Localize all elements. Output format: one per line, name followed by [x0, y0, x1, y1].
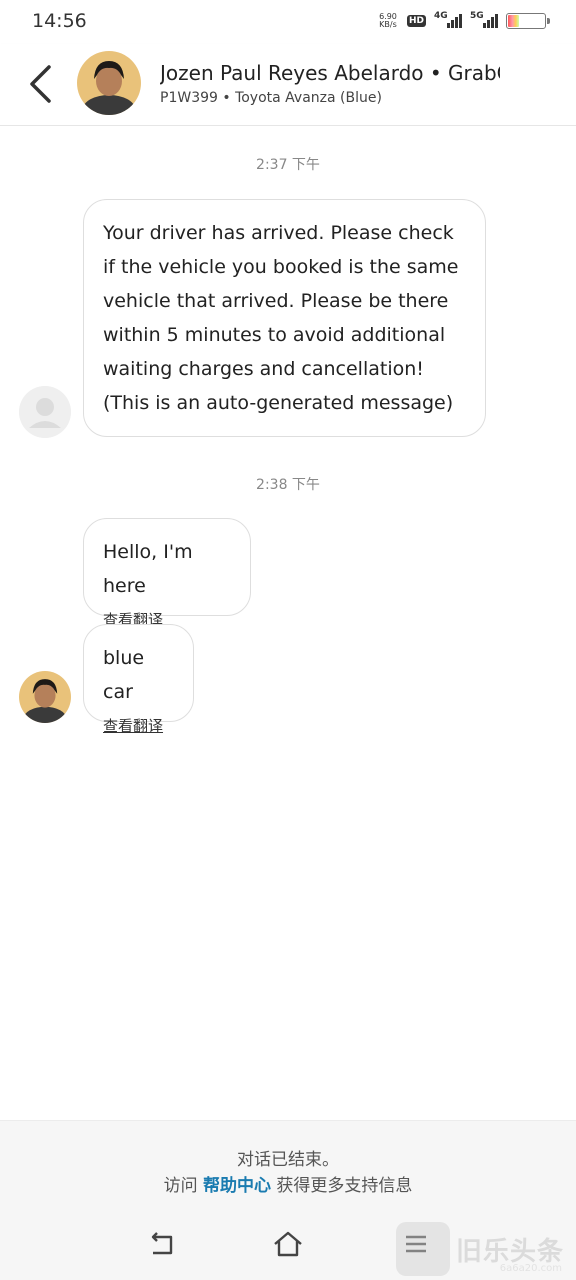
back-button[interactable] [22, 62, 58, 106]
chat-header: Jozen Paul Reyes Abelardo • GrabC... P1W… [0, 44, 576, 126]
status-bar: 14:56 6.90 KB/s HD 4G 5G [0, 0, 576, 44]
message-text: Your driver has arrived. Please check if… [103, 222, 459, 414]
battery-icon [506, 13, 550, 29]
back-nav-icon [151, 1232, 173, 1255]
user-placeholder-icon [19, 386, 71, 438]
help-center-line: 访问 帮助中心 获得更多支持信息 [163, 1176, 413, 1196]
watermark-url: 6a6a20.com [499, 1263, 562, 1274]
chat-area[interactable]: 2:37 下午 Your driver has arrived. Please … [0, 126, 576, 1120]
vehicle-info: P1W399 • Toyota Avanza (Blue) [160, 90, 382, 106]
message-bubble[interactable]: blue car 查看翻译 [83, 624, 194, 735]
hd-icon: HD [406, 15, 426, 27]
driver-avatar-small[interactable] [19, 671, 71, 723]
driver-photo [77, 51, 141, 115]
status-icons: 6.90 KB/s HD 4G 5G [377, 11, 550, 30]
network-speed: 6.90 KB/s [379, 12, 397, 29]
driver-photo [19, 671, 71, 723]
watermark-text: 旧乐头条 [456, 1236, 565, 1267]
conversation-ended-text: 对话已结束。 [237, 1150, 339, 1170]
status-time: 14:56 [32, 10, 87, 32]
driver-avatar[interactable] [77, 51, 141, 115]
watermark: 旧乐头条 6a6a20.com [396, 1218, 576, 1280]
message-text: blue car [103, 647, 145, 703]
message-bubble[interactable]: Hello, I'm here 查看翻译 [83, 518, 251, 629]
watermark-logo [396, 1222, 450, 1276]
nav-home-button[interactable] [268, 1226, 308, 1262]
driver-name: Jozen Paul Reyes Abelardo • GrabC... [160, 61, 500, 85]
nav-back-button[interactable] [140, 1226, 180, 1262]
signal-sim1-icon: 4G [434, 11, 462, 30]
message-timestamp: 2:38 下午 [256, 477, 320, 493]
system-avatar [19, 386, 71, 438]
chevron-left-icon [30, 65, 51, 103]
message-text: Hello, I'm here [103, 541, 193, 597]
home-icon [274, 1231, 302, 1257]
signal-sim2-icon: 5G [470, 11, 498, 30]
help-center-link[interactable]: 帮助中心 [203, 1176, 271, 1196]
message-timestamp: 2:37 下午 [256, 157, 320, 173]
message-bubble-auto[interactable]: Your driver has arrived. Please check if… [83, 199, 486, 437]
translate-link[interactable]: 查看翻译 [103, 715, 163, 736]
